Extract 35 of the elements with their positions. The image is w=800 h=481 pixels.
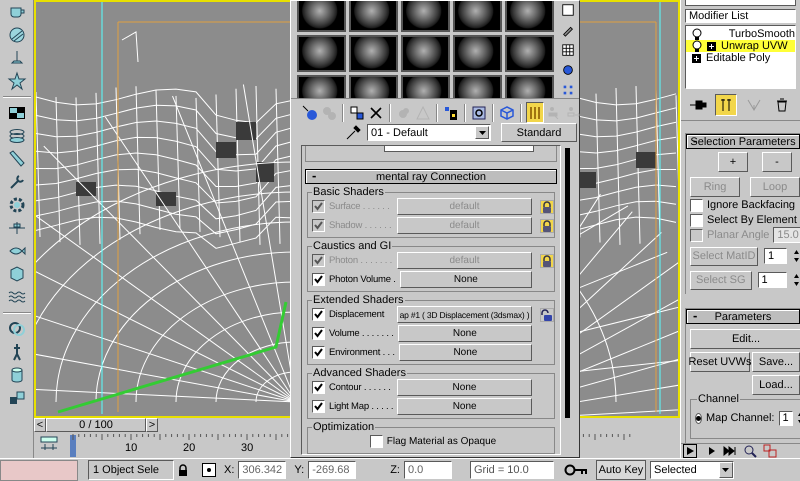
group-title: Basic Shaders (312, 186, 385, 198)
shader-label: Volume . . . . . . . (329, 328, 394, 339)
frame-number: 10 (125, 442, 138, 454)
option-label: Planar Angle (707, 229, 770, 241)
group-title: Channel (697, 393, 740, 405)
option-label: Select By Element (707, 214, 797, 226)
frame-number: 20 (183, 442, 196, 454)
shader-map-button: default (397, 198, 532, 215)
shader-label: Surface . . . . . . (329, 201, 391, 212)
shader-label: Environment . . . (329, 347, 395, 358)
frame-number: 30 (241, 442, 254, 454)
shader-map-button: default (397, 217, 532, 234)
group-title: Caustics and GI (312, 240, 392, 252)
axis-label: Y: (294, 464, 304, 476)
axis-label: X: (224, 464, 234, 476)
select-button: Select SG (690, 270, 752, 290)
option-label: Ignore Backfacing (707, 199, 796, 211)
shader-label: Photon . . . . . . . (329, 255, 393, 266)
selection-status: 1 Object Sele (88, 460, 174, 480)
selection-button: Loop (750, 177, 800, 197)
shader-label: Light Map . . . . . (329, 401, 394, 412)
group-title: Extended Shaders (312, 294, 405, 306)
shader-label: Displacement (329, 309, 386, 320)
group-title: Optimization (312, 421, 376, 433)
option-label: Flag Material as Opaque (386, 436, 496, 447)
shader-label: Contour . . . . . . (329, 382, 392, 393)
shader-map-button: default (397, 252, 532, 269)
axis-label: Z: (390, 464, 400, 476)
shader-label: Photon Volume . (329, 274, 396, 285)
radio-label: Map Channel: (706, 412, 774, 424)
shader-label: Shadow . . . . . . (329, 220, 392, 231)
selection-button: Ring (690, 177, 740, 197)
grid-size-field: Grid = 10.0 (470, 461, 554, 479)
select-button: Select MatID (690, 246, 758, 266)
group-title: Advanced Shaders (312, 367, 407, 379)
